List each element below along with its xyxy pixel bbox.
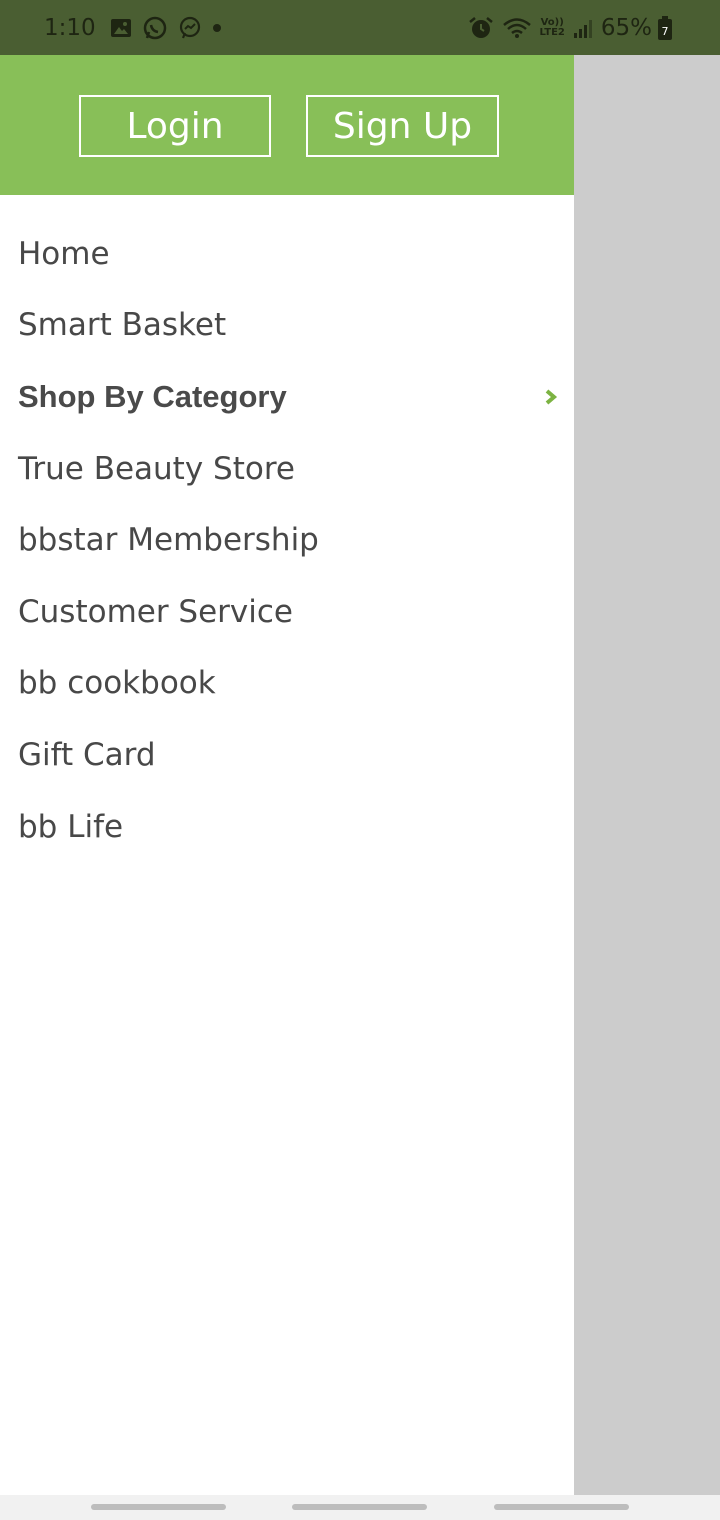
menu-item-true-beauty-store[interactable]: True Beauty Store xyxy=(0,433,574,505)
menu-item-label: Customer Service xyxy=(18,593,294,630)
menu-item-label: bbstar Membership xyxy=(18,522,319,559)
nav-home-handle[interactable] xyxy=(292,1504,427,1510)
system-navigation-bar xyxy=(0,1495,720,1520)
wifi-icon xyxy=(502,17,532,39)
nav-recents-handle[interactable] xyxy=(91,1504,226,1510)
menu-item-shop-by-category[interactable]: Shop By Category xyxy=(0,361,574,433)
lte-label: Vo)) LTE2 xyxy=(539,17,565,38)
battery-level-text: 7 xyxy=(662,25,669,38)
menu-item-label: bb Life xyxy=(18,808,124,845)
menu-item-label: Home xyxy=(18,235,110,272)
menu-item-label: Shop By Category xyxy=(18,378,287,414)
menu-item-bb-cookbook[interactable]: bb cookbook xyxy=(0,648,574,720)
menu-item-gift-card[interactable]: Gift Card xyxy=(0,719,574,791)
menu-item-label: bb cookbook xyxy=(18,665,216,702)
menu-item-label: True Beauty Store xyxy=(18,450,295,487)
alarm-icon xyxy=(468,16,494,40)
nav-back-handle[interactable] xyxy=(494,1504,629,1510)
dot-icon xyxy=(212,23,222,33)
gallery-icon xyxy=(110,18,132,38)
messenger-icon xyxy=(178,16,202,40)
whatsapp-icon xyxy=(142,15,168,41)
drawer-menu: Home Smart Basket Shop By Category True … xyxy=(0,195,574,862)
status-time: 1:10 xyxy=(44,14,96,41)
menu-item-bb-life[interactable]: bb Life xyxy=(0,791,574,863)
battery-percent: 65% xyxy=(600,14,652,41)
drawer-scrim[interactable] xyxy=(574,55,720,1495)
chevron-right-icon xyxy=(544,389,558,405)
signal-icon xyxy=(573,17,593,39)
menu-item-label: Smart Basket xyxy=(18,307,227,344)
battery-icon: 7 xyxy=(658,15,672,40)
network-label-bottom: LTE2 xyxy=(539,26,565,38)
menu-item-smart-basket[interactable]: Smart Basket xyxy=(0,290,574,362)
menu-item-home[interactable]: Home xyxy=(0,218,574,290)
navigation-drawer: Login Sign Up Home Smart Basket Shop By … xyxy=(0,55,574,1495)
login-button[interactable]: Login xyxy=(79,95,271,157)
menu-item-bbstar-membership[interactable]: bbstar Membership xyxy=(0,504,574,576)
menu-item-label: Gift Card xyxy=(18,736,156,773)
signup-button[interactable]: Sign Up xyxy=(306,95,499,157)
status-bar: 1:10 Vo)) LTE2 65% 7 xyxy=(0,0,720,55)
menu-item-customer-service[interactable]: Customer Service xyxy=(0,576,574,648)
drawer-header: Login Sign Up xyxy=(0,55,574,195)
